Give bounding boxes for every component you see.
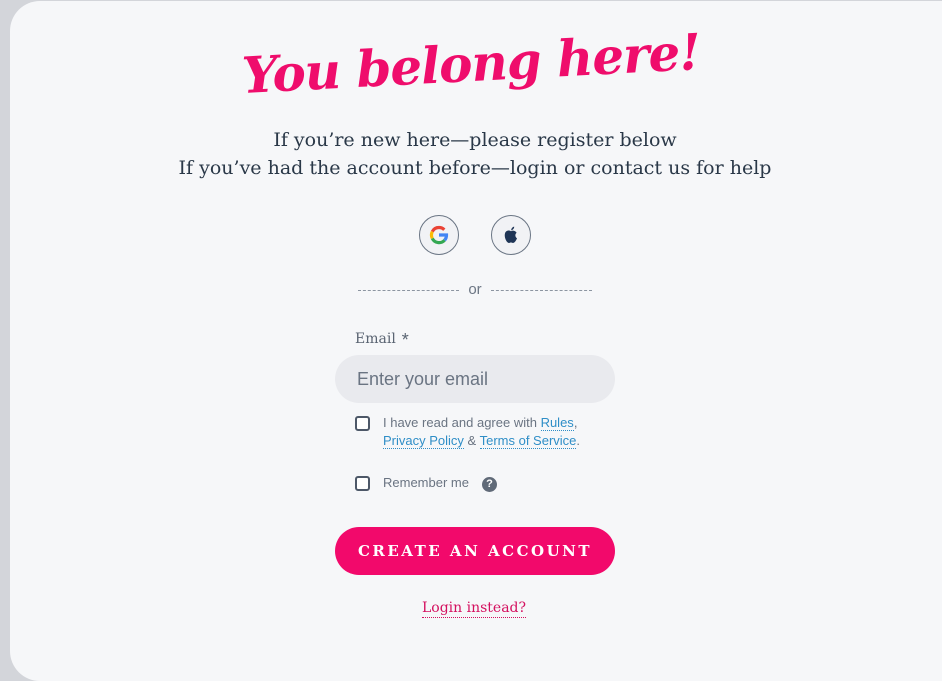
intro-line-2: If you’ve had the account before—login o… (178, 157, 772, 179)
google-login-button[interactable] (419, 215, 459, 255)
agree-checkbox[interactable] (355, 416, 370, 431)
terms-of-service-link[interactable]: Terms of Service (479, 433, 577, 449)
remember-me-checkbox[interactable] (355, 476, 370, 491)
required-mark: * (401, 330, 409, 350)
agree-comma: , (573, 415, 578, 430)
divider-line-left (358, 290, 460, 291)
google-g-icon (429, 225, 449, 245)
divider-line-right (490, 290, 592, 291)
email-label-text: Email (355, 331, 396, 347)
help-icon[interactable]: ? (482, 477, 497, 492)
divider-text: or (468, 281, 482, 298)
email-label: Email * (355, 327, 409, 350)
or-divider: or (358, 281, 592, 299)
intro-line-1: If you’re new here—please register below (273, 129, 677, 151)
agree-amp: & (463, 433, 480, 448)
privacy-policy-link[interactable]: Privacy Policy (383, 433, 464, 449)
agree-period: . (576, 433, 581, 448)
agree-prefix: I have read and agree with (383, 415, 541, 430)
remember-me-label: Remember me (383, 475, 469, 490)
login-row: Login instead? (0, 600, 942, 618)
apple-icon (504, 226, 517, 243)
rules-link[interactable]: Rules (540, 415, 574, 431)
create-account-button[interactable]: CREATE AN ACCOUNT (335, 527, 615, 575)
login-instead-link[interactable]: Login instead? (421, 600, 527, 618)
email-input[interactable] (335, 355, 615, 403)
agree-text: I have read and agree with Rules, Privac… (383, 414, 623, 450)
apple-login-button[interactable] (491, 215, 531, 255)
